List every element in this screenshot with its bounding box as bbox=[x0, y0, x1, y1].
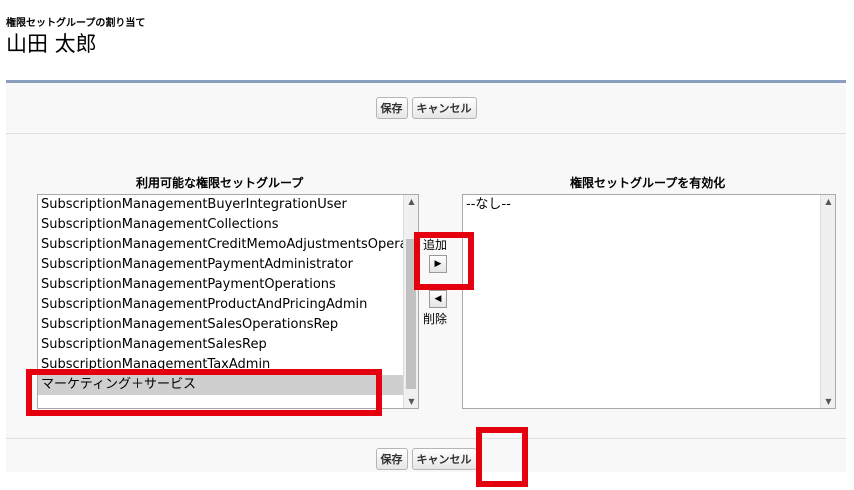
cancel-button-top[interactable]: キャンセル bbox=[411, 97, 477, 119]
save-button-bottom[interactable]: 保存 bbox=[375, 448, 408, 470]
remove-control[interactable]: ◀ 削除 bbox=[423, 290, 447, 327]
page-title: 山田 太郎 bbox=[6, 32, 97, 56]
enabled-list-scrollbar[interactable]: ▲ ▼ bbox=[820, 195, 835, 408]
remove-label: 削除 bbox=[423, 312, 448, 326]
save-button-top[interactable]: 保存 bbox=[375, 97, 408, 119]
scroll-down-icon[interactable]: ▼ bbox=[404, 397, 418, 406]
available-permission-set-groups-list[interactable]: SubscriptionManagementBuyerIntegrationUs… bbox=[37, 194, 419, 409]
assignment-panel: 保存 キャンセル 利用可能な権限セットグループ 権限セットグループを有効化 Su… bbox=[6, 80, 846, 472]
enabled-list-item[interactable]: --なし-- bbox=[463, 195, 835, 215]
add-control[interactable]: 追加 ▶ bbox=[423, 236, 447, 273]
available-list-item[interactable]: SubscriptionManagementCollections bbox=[38, 215, 418, 235]
bottom-button-row: 保存 キャンセル bbox=[6, 438, 846, 479]
enabled-list-label: 権限セットグループを有効化 bbox=[570, 176, 726, 190]
available-list-item[interactable]: SubscriptionManagementTaxAdmin bbox=[38, 355, 418, 375]
available-list-scrollbar[interactable]: ▲ ▼ bbox=[403, 195, 418, 408]
cancel-button-bottom[interactable]: キャンセル bbox=[411, 448, 477, 470]
available-list-item[interactable]: SubscriptionManagementCreditMemoAdjustme… bbox=[38, 235, 418, 255]
scroll-up-icon[interactable]: ▲ bbox=[404, 197, 418, 206]
available-list-item[interactable]: SubscriptionManagementBuyerIntegrationUs… bbox=[38, 195, 418, 215]
available-list-item[interactable]: SubscriptionManagementSalesOperationsRep bbox=[38, 315, 418, 335]
available-list-item[interactable]: マーケティング＋サービス bbox=[38, 375, 418, 395]
available-list-item[interactable]: SubscriptionManagementPaymentOperations bbox=[38, 275, 418, 295]
available-list-item[interactable]: SubscriptionManagementProductAndPricingA… bbox=[38, 295, 418, 315]
scroll-down-icon[interactable]: ▼ bbox=[821, 397, 835, 406]
available-list-item[interactable]: SubscriptionManagementSalesRep bbox=[38, 335, 418, 355]
page-subtitle: 権限セットグループの割り当て bbox=[6, 18, 146, 29]
available-list-item[interactable]: SubscriptionManagementPaymentAdministrat… bbox=[38, 255, 418, 275]
enabled-permission-set-groups-list[interactable]: --なし-- ▲ ▼ bbox=[462, 194, 836, 409]
available-list-label: 利用可能な権限セットグループ bbox=[136, 176, 304, 190]
scroll-thumb[interactable] bbox=[406, 239, 416, 389]
page-header: 権限セットグループの割り当て 山田 太郎 bbox=[6, 18, 145, 57]
top-button-row: 保存 キャンセル bbox=[6, 83, 846, 134]
remove-arrow-icon[interactable]: ◀ bbox=[429, 290, 447, 308]
scroll-up-icon[interactable]: ▲ bbox=[821, 197, 835, 206]
add-label: 追加 bbox=[423, 238, 448, 252]
add-arrow-icon[interactable]: ▶ bbox=[429, 255, 447, 273]
